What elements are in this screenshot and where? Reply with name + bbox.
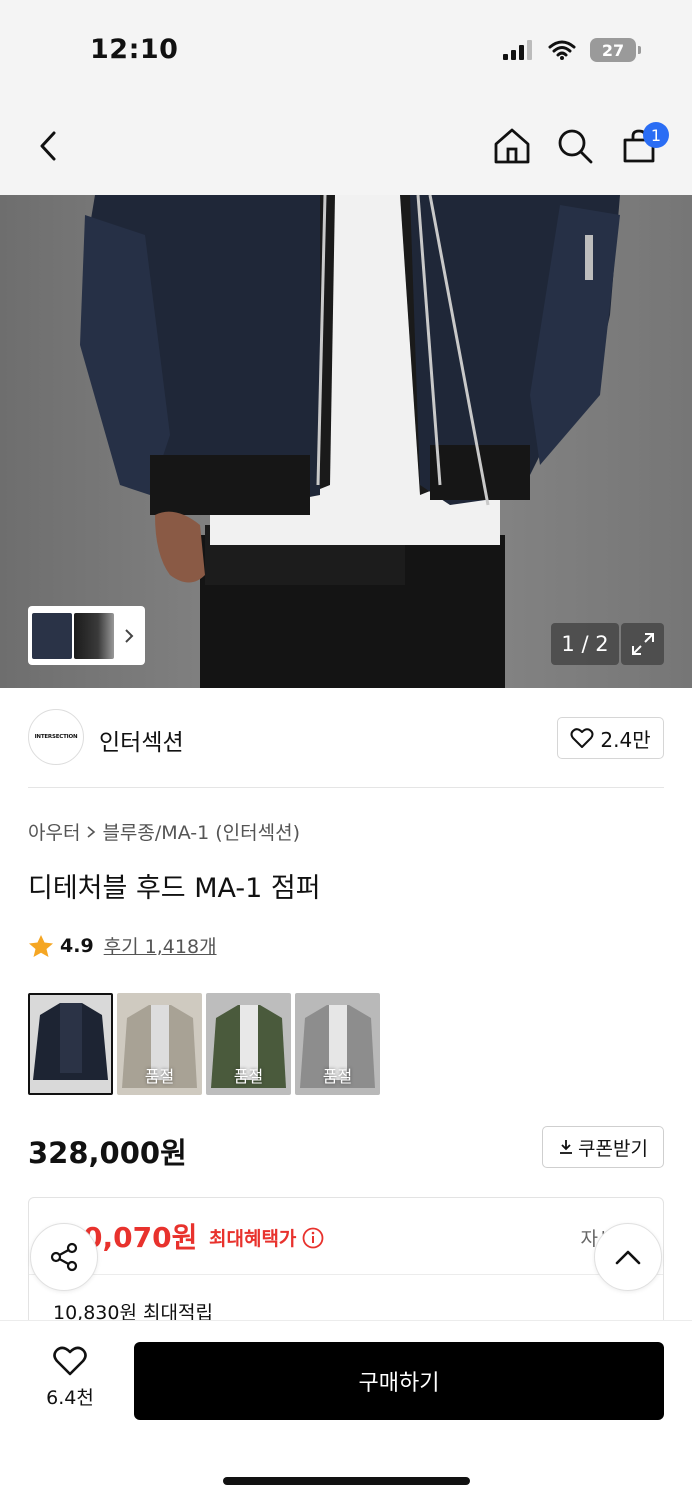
max-benefit-price: 0,070원 [83,1221,198,1254]
brand-like-count: 2.4만 [600,727,651,752]
image-thumbnail-strip[interactable] [28,606,145,665]
brand-row: INTERSECTION 인터섹션 2.4만 [28,709,664,769]
color-swatches: 품절 품절 품절 [28,993,380,1095]
product-like-count: 6.4천 [46,1387,94,1409]
nav-bar: 1 [0,100,692,195]
product-hero-image[interactable]: 1 / 2 [0,195,692,688]
soldout-label: 품절 [322,1067,353,1086]
max-benefit-label: 최대혜택가 [209,1224,324,1251]
breadcrumb-category[interactable]: 아우터 [28,818,80,845]
image-page-counter: 1 / 2 [551,623,619,665]
soldout-label: 품절 [144,1067,175,1086]
cart-button[interactable]: 1 [617,122,669,168]
scroll-to-top-button[interactable] [594,1223,662,1291]
share-icon [50,1242,78,1272]
battery-indicator: 27 [590,38,641,62]
heart-icon [53,1346,87,1376]
chevron-left-icon [40,131,56,161]
expand-image-button[interactable] [621,623,664,665]
chevron-right-icon [87,825,96,838]
color-swatch[interactable] [28,993,113,1095]
home-button[interactable] [490,124,534,168]
wifi-icon [548,40,576,60]
home-indicator [223,1477,470,1485]
home-icon [494,128,530,164]
soldout-label: 품절 [233,1067,264,1086]
signal-icon [503,40,532,60]
buy-button[interactable]: 구매하기 [134,1342,664,1420]
bottom-action-bar: 6.4천 구매하기 [0,1320,692,1500]
brand-like-button[interactable]: 2.4만 [557,717,664,759]
color-swatch[interactable]: 품절 [117,993,202,1095]
cart-count-badge: 1 [643,122,669,148]
product-like-button[interactable]: 6.4천 [30,1345,110,1415]
brand-name[interactable]: 인터섹션 [99,723,184,757]
mini-thumbnail [74,612,114,659]
mini-thumbnail [32,612,72,659]
coupon-button-label: 쿠폰받기 [578,1137,648,1160]
color-swatch[interactable]: 품절 [295,993,380,1095]
search-icon [558,129,593,164]
status-time: 12:10 [90,34,179,65]
divider [28,787,664,788]
review-count-link[interactable]: 후기 1,418개 [104,932,217,959]
brand-logo[interactable]: INTERSECTION [28,709,84,765]
heart-icon [570,728,594,748]
breadcrumb: 아우터 블루종/MA-1 (인터섹션) [28,818,300,845]
breadcrumb-subcategory[interactable]: 블루종/MA-1 (인터섹션) [102,818,300,845]
divider [29,1274,663,1275]
chevron-up-icon [615,1250,641,1265]
color-swatch[interactable]: 품절 [206,993,291,1095]
chevron-right-icon [125,628,134,643]
swatch-jacket-image [33,1003,108,1080]
benefit-box[interactable]: 0,070원 최대혜택가 자세히 10,830원 최대적립 [28,1197,664,1337]
info-icon[interactable] [302,1227,324,1249]
status-bar: 12:10 27 [0,0,692,100]
rating-score: 4.9 [60,934,94,957]
product-price: 328,000원 [28,1136,187,1170]
product-title: 디테처블 후드 MA-1 점퍼 [28,873,321,904]
brand-logo-text: INTERSECTION [34,734,78,740]
status-icons: 27 [502,38,641,62]
star-icon [29,934,53,957]
download-icon [560,1140,573,1154]
search-button[interactable] [553,124,597,168]
coupon-button[interactable]: 쿠폰받기 [542,1126,664,1168]
back-button[interactable] [26,124,70,168]
share-button[interactable] [30,1223,98,1291]
max-benefit-label-text: 최대혜택가 [209,1228,297,1250]
expand-icon [631,633,654,655]
rating-row: 4.9 후기 1,418개 [28,932,217,959]
